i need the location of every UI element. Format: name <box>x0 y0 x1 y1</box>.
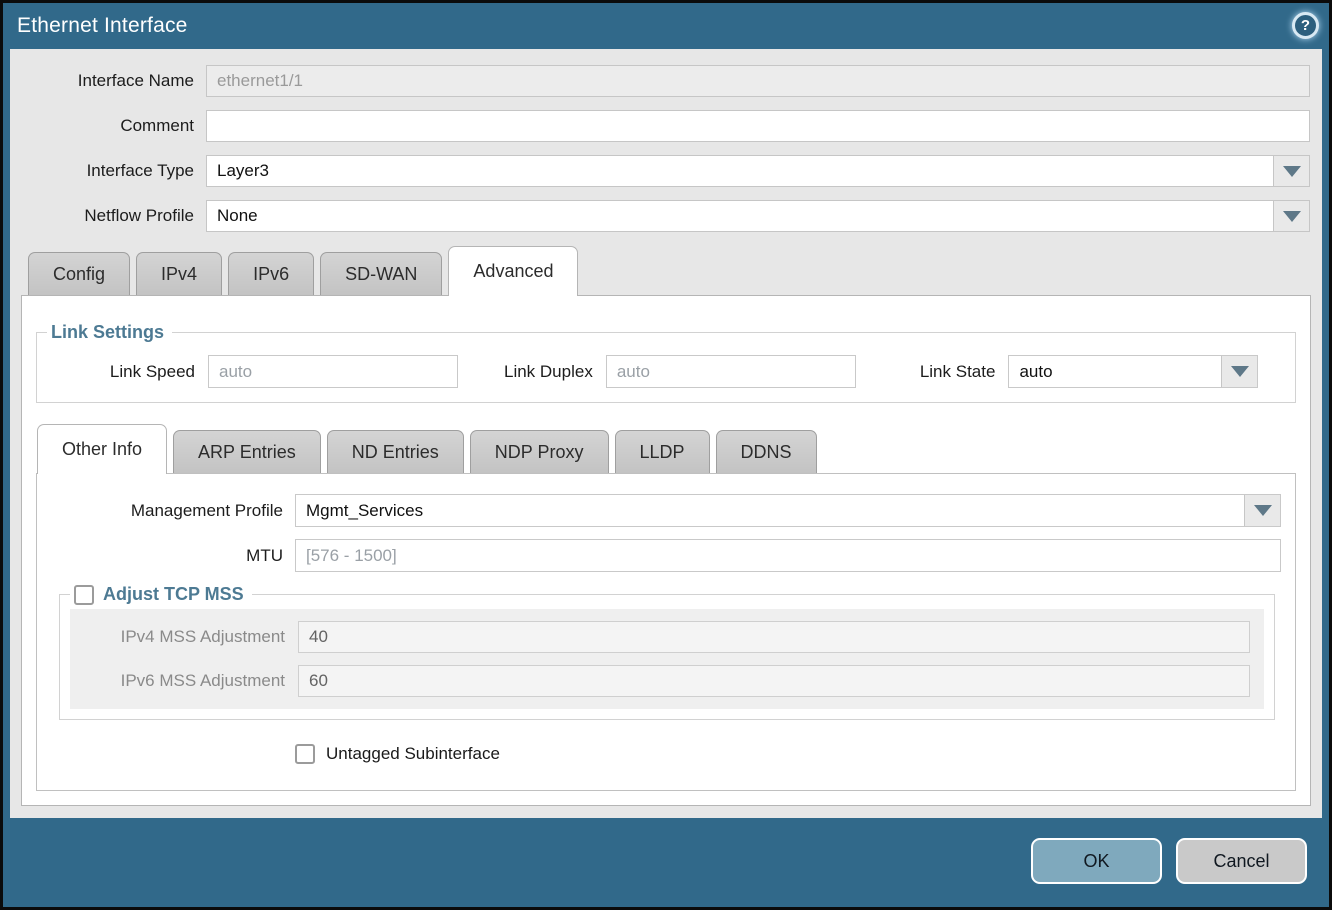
tab-arp-entries[interactable]: ARP Entries <box>173 430 321 473</box>
ipv6-mss-label: IPv6 MSS Adjustment <box>70 671 298 691</box>
management-profile-value: Mgmt_Services <box>296 495 1244 526</box>
ipv4-mss-label: IPv4 MSS Adjustment <box>70 627 298 647</box>
netflow-profile-value: None <box>207 201 1273 231</box>
tab-ipv4[interactable]: IPv4 <box>136 252 222 295</box>
interface-type-select[interactable]: Layer3 <box>206 155 1310 187</box>
tab-nd-entries[interactable]: ND Entries <box>327 430 464 473</box>
link-state-label: Link State <box>920 362 1009 382</box>
netflow-profile-dropdown-button[interactable] <box>1273 201 1309 231</box>
link-duplex-input[interactable] <box>607 356 855 387</box>
link-speed-label: Link Speed <box>63 362 208 382</box>
chevron-down-icon <box>1283 211 1301 222</box>
ipv4-mss-row: IPv4 MSS Adjustment <box>70 621 1264 653</box>
link-speed-field-wrap <box>208 355 458 388</box>
link-settings-legend: Link Settings <box>47 322 172 343</box>
comment-row: Comment <box>10 110 1322 142</box>
link-duplex-group: Link Duplex <box>504 355 856 388</box>
chevron-down-icon <box>1283 166 1301 177</box>
ipv4-mss-field-wrap <box>298 621 1250 653</box>
mtu-row: MTU <box>37 539 1295 572</box>
untagged-subinterface-label: Untagged Subinterface <box>326 744 500 764</box>
interface-type-dropdown-button[interactable] <box>1273 156 1309 186</box>
link-duplex-field-wrap <box>606 355 856 388</box>
link-state-select[interactable]: auto <box>1008 355 1258 388</box>
cancel-button[interactable]: Cancel <box>1176 838 1307 884</box>
untagged-subinterface-row: Untagged Subinterface <box>295 744 1295 764</box>
comment-input[interactable] <box>207 111 1309 141</box>
comment-label: Comment <box>10 116 206 136</box>
adjust-tcp-mss-title: Adjust TCP MSS <box>103 584 244 605</box>
link-duplex-label: Link Duplex <box>504 362 606 382</box>
tab-advanced[interactable]: Advanced <box>448 246 578 296</box>
interface-name-field-wrap <box>206 65 1310 97</box>
help-icon-glyph: ? <box>1301 17 1310 34</box>
ipv6-mss-field-wrap <box>298 665 1250 697</box>
interface-type-value: Layer3 <box>207 156 1273 186</box>
tab-other-info[interactable]: Other Info <box>37 424 167 474</box>
netflow-profile-select[interactable]: None <box>206 200 1310 232</box>
interface-type-label: Interface Type <box>10 161 206 181</box>
management-profile-row: Management Profile Mgmt_Services <box>37 494 1295 527</box>
link-speed-input[interactable] <box>209 356 457 387</box>
interface-name-label: Interface Name <box>10 71 206 91</box>
link-settings-title: Link Settings <box>51 322 164 343</box>
dialog-titlebar: Ethernet Interface ? <box>3 3 1329 49</box>
dialog-body: Interface Name Comment Interface Type La… <box>10 49 1322 818</box>
untagged-subinterface-checkbox[interactable] <box>295 744 315 764</box>
link-speed-group: Link Speed <box>63 355 458 388</box>
mss-disabled-block: IPv4 MSS Adjustment IPv6 MSS Adjustment <box>70 609 1264 709</box>
mtu-input[interactable] <box>296 540 1280 571</box>
interface-name-input <box>207 66 1309 96</box>
tab-ndp-proxy[interactable]: NDP Proxy <box>470 430 609 473</box>
chevron-down-icon <box>1254 505 1272 516</box>
management-profile-dropdown-button[interactable] <box>1244 495 1280 526</box>
link-settings-group: Link Settings Link Speed Link Duplex <box>36 322 1296 403</box>
netflow-profile-row: Netflow Profile None <box>10 200 1322 232</box>
tab-sdwan[interactable]: SD-WAN <box>320 252 442 295</box>
mtu-field-wrap <box>295 539 1281 572</box>
dialog-footer: OK Cancel <box>3 818 1329 907</box>
link-state-dropdown-button[interactable] <box>1221 356 1257 387</box>
interface-name-row: Interface Name <box>10 65 1322 97</box>
main-tab-bar: Config IPv4 IPv6 SD-WAN Advanced <box>10 245 1322 295</box>
ok-button[interactable]: OK <box>1031 838 1162 884</box>
interface-type-row: Interface Type Layer3 <box>10 155 1322 187</box>
ipv6-mss-input <box>299 666 1249 696</box>
adjust-tcp-mss-group: Adjust TCP MSS IPv4 MSS Adjustment IPv6 … <box>59 584 1275 720</box>
adjust-tcp-mss-legend: Adjust TCP MSS <box>70 584 252 605</box>
management-profile-select[interactable]: Mgmt_Services <box>295 494 1281 527</box>
tab-lldp[interactable]: LLDP <box>615 430 710 473</box>
chevron-down-icon <box>1231 366 1249 377</box>
link-settings-row: Link Speed Link Duplex Link State <box>37 355 1295 388</box>
link-state-group: Link State auto <box>920 355 1259 388</box>
management-profile-label: Management Profile <box>37 501 295 521</box>
sub-tab-bar: Other Info ARP Entries ND Entries NDP Pr… <box>22 421 1310 473</box>
advanced-tab-panel: Link Settings Link Speed Link Duplex <box>21 295 1311 806</box>
other-info-panel: Management Profile Mgmt_Services MTU <box>36 473 1296 791</box>
netflow-profile-label: Netflow Profile <box>10 206 206 226</box>
dialog-title: Ethernet Interface <box>17 14 188 38</box>
ethernet-interface-dialog: Ethernet Interface ? Interface Name Comm… <box>0 0 1332 910</box>
ipv6-mss-row: IPv6 MSS Adjustment <box>70 665 1264 697</box>
tab-ddns[interactable]: DDNS <box>716 430 817 473</box>
adjust-tcp-mss-checkbox[interactable] <box>74 585 94 605</box>
ipv4-mss-input <box>299 622 1249 652</box>
tab-config[interactable]: Config <box>28 252 130 295</box>
tab-ipv6[interactable]: IPv6 <box>228 252 314 295</box>
comment-field-wrap <box>206 110 1310 142</box>
link-state-value: auto <box>1009 356 1221 387</box>
help-icon[interactable]: ? <box>1292 12 1319 39</box>
mtu-label: MTU <box>37 546 295 566</box>
